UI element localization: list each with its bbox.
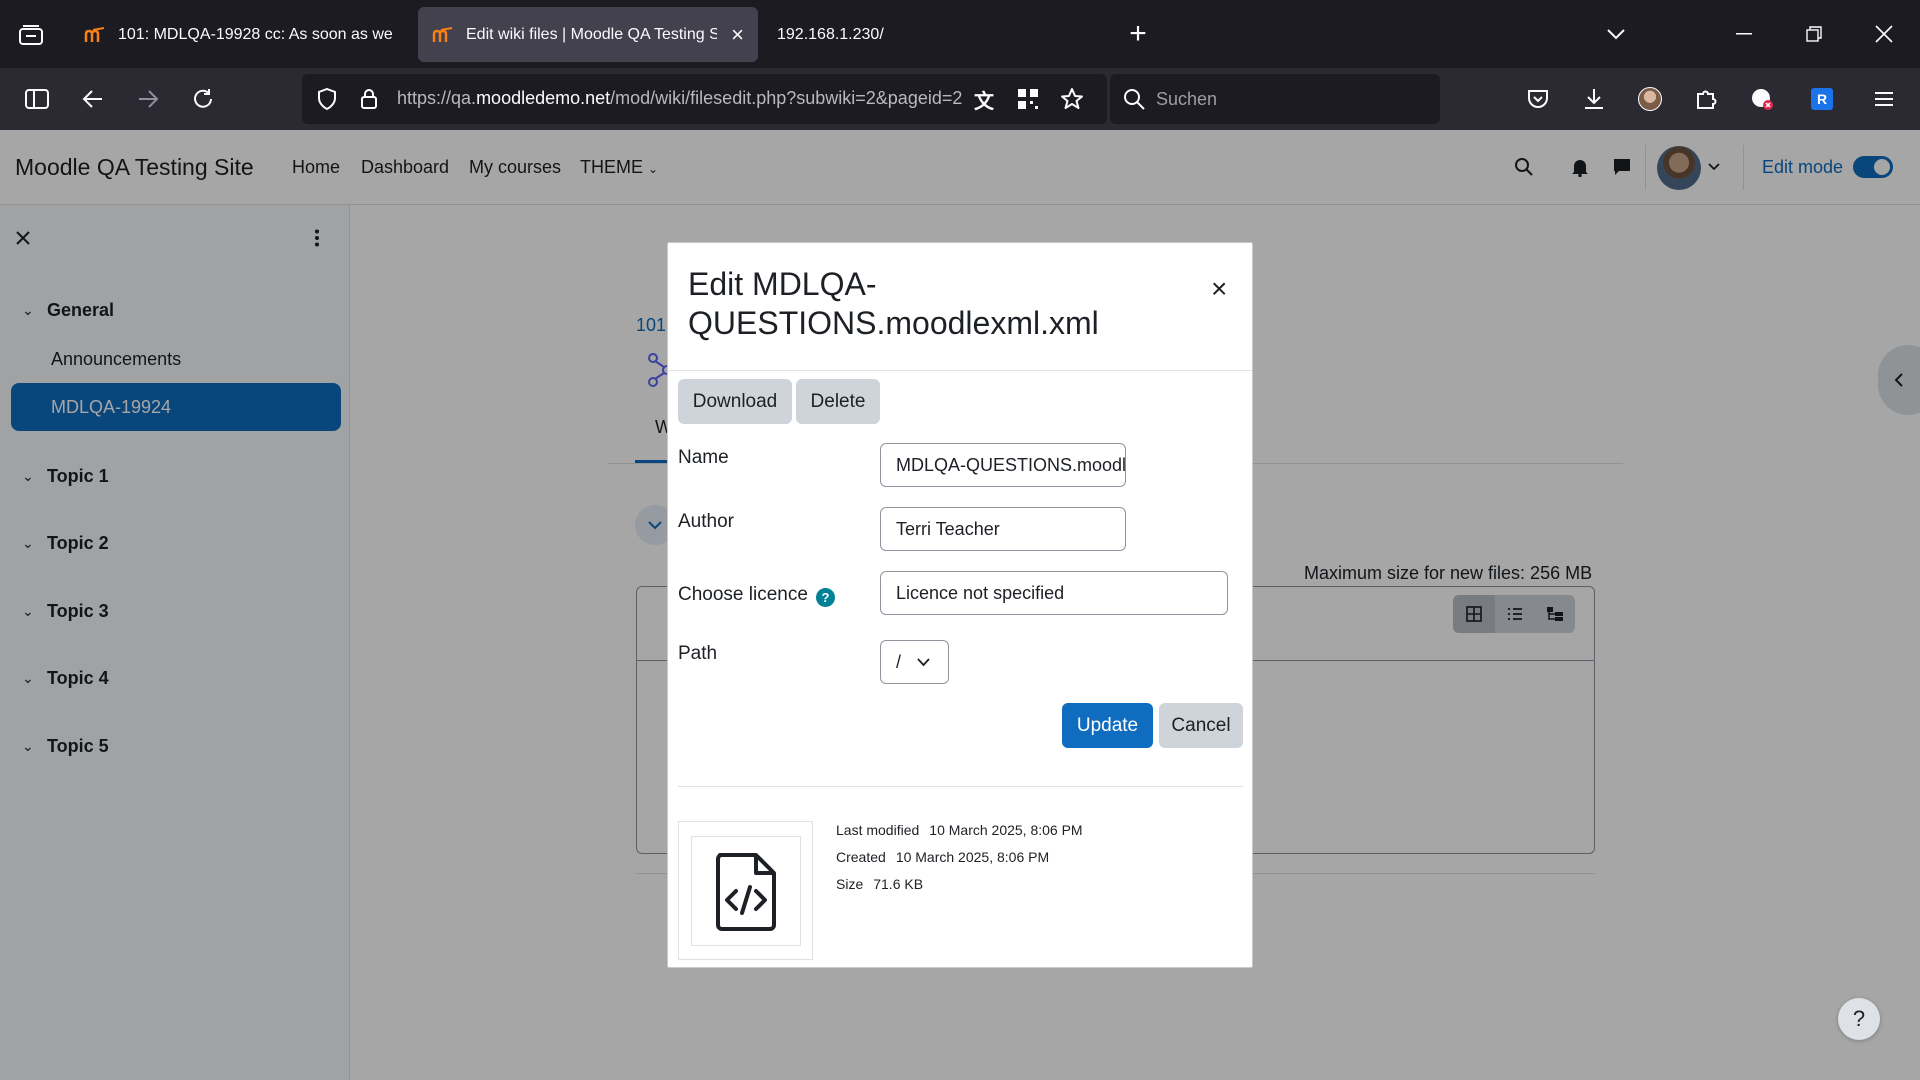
sidebar-toggle-icon[interactable] <box>22 84 52 114</box>
browser-tab-3[interactable]: 192.168.1.230/ <box>763 7 963 62</box>
moodle-favicon-icon <box>432 26 453 42</box>
author-field[interactable]: Terri Teacher <box>880 507 1126 551</box>
tab-label: Edit wiki files | Moodle QA Testing Site <box>466 25 718 43</box>
close-icon[interactable]: × <box>1211 275 1227 303</box>
url-host: moodledemo.net <box>476 88 611 108</box>
help-icon[interactable]: ? <box>815 588 835 607</box>
name-field[interactable]: MDLQA-QUESTIONS.moodlexml.xml <box>880 443 1126 487</box>
browser-tab-1[interactable]: 101: MDLQA-19928 cc: As soon as we beg <box>70 7 410 62</box>
file-thumbnail <box>691 836 801 946</box>
cancel-button[interactable]: Cancel <box>1159 703 1243 748</box>
account-avatar-icon[interactable] <box>1636 85 1664 113</box>
url-prefix: https://qa. <box>397 88 477 108</box>
created-label: Created <box>836 849 886 865</box>
edit-file-dialog: Edit MDLQA-QUESTIONS.moodlexml.xml × Dow… <box>667 242 1253 968</box>
last-modified-row: Last modified 10 March 2025, 8:06 PM <box>836 822 1083 838</box>
last-modified-value: 10 March 2025, 8:06 PM <box>929 822 1083 838</box>
padlock-icon[interactable] <box>356 86 382 112</box>
file-preview <box>678 821 813 960</box>
close-tab-icon[interactable]: × <box>731 23 744 46</box>
path-label: Path <box>678 643 718 664</box>
forward-arrow-icon[interactable] <box>133 84 163 114</box>
name-label: Name <box>678 447 729 468</box>
dialog-title: Edit MDLQA-QUESTIONS.moodlexml.xml <box>688 266 1099 341</box>
search-placeholder: Suchen <box>1156 89 1218 109</box>
size-value: 71.6 KB <box>873 876 924 892</box>
dialog-header-divider <box>668 370 1252 371</box>
new-tab-icon[interactable]: + <box>1124 17 1152 50</box>
qr-code-icon[interactable] <box>1014 86 1042 112</box>
path-value: / <box>896 652 902 672</box>
extension-blocked-icon[interactable] <box>1748 85 1776 113</box>
browser-tab-2-active[interactable]: Edit wiki files | Moodle QA Testing Site… <box>418 7 758 62</box>
translate-icon[interactable]: 文 <box>970 86 998 113</box>
reload-icon[interactable] <box>188 84 218 114</box>
author-label: Author <box>678 511 734 532</box>
search-icon <box>1122 87 1146 111</box>
created-row: Created 10 March 2025, 8:06 PM <box>836 849 1049 865</box>
code-file-icon <box>716 853 776 931</box>
created-value: 10 March 2025, 8:06 PM <box>895 849 1050 865</box>
path-select[interactable]: / <box>880 640 949 684</box>
close-window-icon[interactable] <box>1870 20 1898 48</box>
update-button[interactable]: Update <box>1062 703 1153 748</box>
extension-r-icon[interactable]: R <box>1808 85 1836 113</box>
downloads-icon[interactable] <box>1580 85 1608 113</box>
help-button[interactable]: ? <box>1838 998 1880 1040</box>
moodle-favicon-icon <box>84 26 105 42</box>
pocket-icon[interactable] <box>1524 85 1552 113</box>
licence-label-row: Choose licence? <box>678 584 835 607</box>
back-arrow-icon[interactable] <box>78 84 108 114</box>
app-menu-hamburger-icon[interactable] <box>1870 85 1898 113</box>
size-row: Size 71.6 KB <box>836 876 923 892</box>
address-bar[interactable]: https://qa.moodledemo.net/mod/wiki/files… <box>302 74 1107 124</box>
tab-label: 101: MDLQA-19928 cc: As soon as we beg <box>118 25 396 43</box>
browser-tab-bar: 101: MDLQA-19928 cc: As soon as we beg E… <box>0 0 1920 68</box>
list-tabs-chevron-icon[interactable] <box>1602 20 1630 48</box>
tab-label: 192.168.1.230/ <box>777 25 884 43</box>
delete-button[interactable]: Delete <box>796 379 880 424</box>
chevron-down-icon <box>917 658 930 667</box>
last-modified-label: Last modified <box>836 822 920 838</box>
url-path: /mod/wiki/filesedit.php?subwiki=2&pageid… <box>610 88 963 108</box>
url-text[interactable]: https://qa.moodledemo.net/mod/wiki/files… <box>397 88 967 109</box>
bookmark-star-icon[interactable] <box>1058 86 1086 112</box>
tab-overview-icon[interactable] <box>14 20 48 50</box>
licence-label: Choose licence <box>678 584 808 605</box>
restore-window-icon[interactable] <box>1800 20 1828 48</box>
size-label: Size <box>836 876 864 892</box>
licence-select[interactable]: Licence not specified <box>880 571 1228 615</box>
browser-nav-bar: https://qa.moodledemo.net/mod/wiki/files… <box>0 68 1920 130</box>
dialog-section-divider <box>678 786 1243 787</box>
extensions-puzzle-icon[interactable] <box>1692 85 1720 113</box>
tracking-shield-icon[interactable] <box>314 86 340 112</box>
web-search-bar[interactable]: Suchen <box>1110 74 1440 124</box>
minimize-window-icon[interactable] <box>1730 20 1758 48</box>
download-button[interactable]: Download <box>678 379 792 424</box>
